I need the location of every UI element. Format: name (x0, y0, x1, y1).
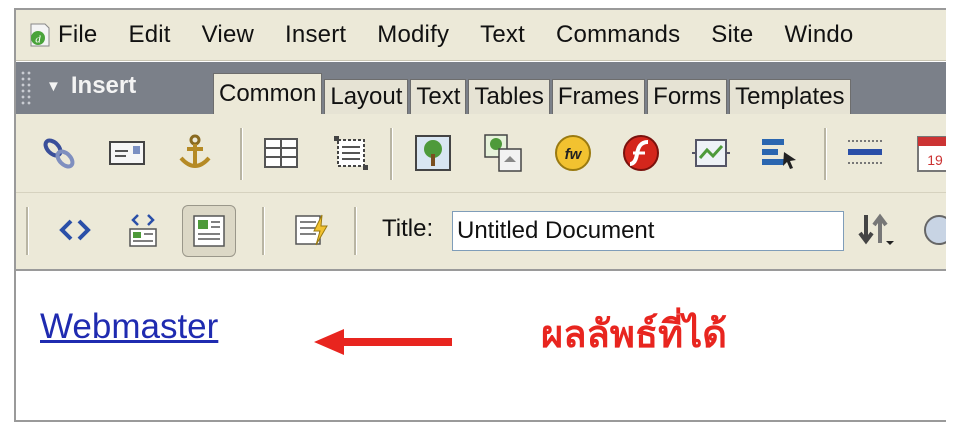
navigation-bar-icon[interactable] (690, 132, 732, 174)
design-view-button[interactable] (182, 205, 236, 257)
date-icon[interactable]: 19 (914, 132, 946, 174)
webmaster-link[interactable]: Webmaster (40, 307, 218, 347)
dreamweaver-logo-icon: d (30, 23, 50, 47)
common-toolbar: fw 19 (16, 114, 946, 193)
design-view-icon (193, 215, 225, 247)
tab-common[interactable]: Common (213, 73, 323, 114)
insert-panel-title: Insert (70, 72, 137, 99)
horizontal-rule-icon[interactable] (844, 132, 886, 174)
menu-bar: d File Edit View Insert Modify Text Comm… (16, 10, 946, 61)
live-data-icon[interactable] (292, 211, 330, 249)
dreamweaver-window: d File Edit View Insert Modify Text Comm… (14, 8, 946, 422)
toolbar-separator (824, 128, 827, 180)
preview-browser-icon[interactable] (920, 211, 946, 249)
insert-panel-toggle[interactable]: ▼ Insert (46, 72, 136, 100)
result-annotation: ผลลัพธ์ที่ได้ (541, 314, 727, 356)
menu-view[interactable]: View (202, 21, 254, 49)
expand-triangle-icon: ▼ (46, 77, 61, 95)
svg-text:fw: fw (565, 146, 583, 163)
menu-site[interactable]: Site (711, 21, 753, 49)
tab-frames[interactable]: Frames (551, 79, 646, 114)
layer-icon[interactable] (330, 132, 372, 174)
table-icon[interactable] (260, 132, 302, 174)
split-view-icon[interactable] (124, 211, 162, 249)
file-management-icon[interactable] (856, 211, 894, 249)
rollover-image-icon[interactable] (482, 132, 524, 174)
tab-text[interactable]: Text (410, 79, 467, 114)
panel-gripper[interactable] (20, 70, 32, 106)
menu-commands[interactable]: Commands (556, 21, 680, 49)
named-anchor-icon[interactable] (174, 132, 216, 174)
svg-text:19: 19 (927, 152, 943, 168)
image-icon[interactable] (412, 132, 454, 174)
flash-icon[interactable] (620, 132, 662, 174)
menu-insert[interactable]: Insert (285, 21, 346, 49)
tab-templates[interactable]: Templates (729, 79, 851, 114)
document-title-input[interactable] (452, 211, 844, 251)
menu-text[interactable]: Text (480, 21, 525, 49)
server-side-include-icon[interactable] (758, 132, 800, 174)
annotation-arrow-icon (314, 329, 452, 355)
tab-forms[interactable]: Forms (647, 79, 728, 114)
hyperlink-icon[interactable] (38, 132, 80, 174)
menu-modify[interactable]: Modify (377, 21, 449, 49)
svg-text:d: d (35, 34, 41, 46)
menu-edit[interactable]: Edit (128, 21, 170, 49)
menu-window[interactable]: Windo (784, 21, 853, 49)
tab-layout[interactable]: Layout (324, 79, 409, 114)
toolbar-separator (240, 128, 243, 180)
toolbar-separator (262, 207, 265, 255)
email-link-icon[interactable] (106, 132, 148, 174)
toolbar-separator (390, 128, 393, 180)
code-view-icon[interactable] (56, 211, 94, 249)
fireworks-html-icon[interactable]: fw (552, 132, 594, 174)
insert-tabs: Common Layout Text Tables Frames Forms T… (213, 72, 853, 114)
document-toolbar: Title: (16, 193, 946, 271)
title-label: Title: (382, 215, 434, 242)
menu-file[interactable]: File (58, 21, 97, 49)
tab-tables[interactable]: Tables (468, 79, 550, 114)
toolbar-separator (354, 207, 357, 255)
insert-bar: ▼ Insert Common Layout Text Tables Frame… (16, 62, 946, 114)
document-design-view: Webmaster ผลลัพธ์ที่ได้ (16, 271, 946, 420)
toolbar-separator (26, 207, 29, 255)
